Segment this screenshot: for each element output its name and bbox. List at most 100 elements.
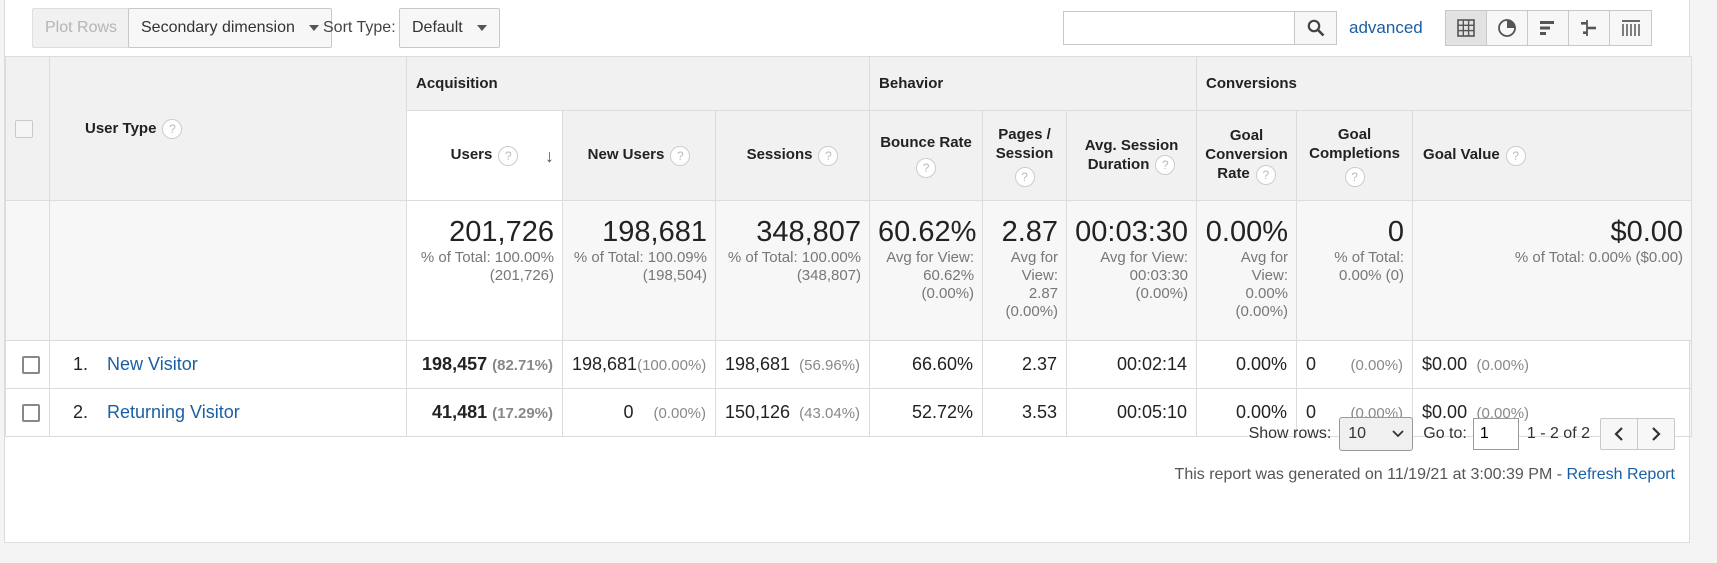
- total-new-users-value: 198,681: [602, 216, 707, 248]
- avg-duration-cell: 00:02:14: [1066, 340, 1198, 389]
- pie-view-button[interactable]: [1487, 11, 1528, 45]
- table-view-button[interactable]: [1446, 11, 1487, 45]
- sessions-percent: (56.96%): [799, 357, 861, 374]
- report-table-wrapper: User Type? Acquisition Behavior Conversi…: [5, 56, 1693, 437]
- new-users-cell: 198,681(100.00%): [562, 340, 716, 389]
- help-icon[interactable]: ?: [1255, 164, 1276, 185]
- refresh-report-link[interactable]: Refresh Report: [1567, 466, 1676, 483]
- search-box: [1063, 11, 1295, 45]
- total-goal-conversion-rate-sub: Avg for View: 0.00% (0.00%): [1235, 249, 1289, 320]
- chevron-left-icon: [1614, 427, 1623, 441]
- pages-session-cell: 2.37: [982, 340, 1068, 389]
- goal-completions-header[interactable]: Goal Completions?: [1296, 110, 1414, 201]
- pivot-view-button[interactable]: [1610, 11, 1651, 45]
- goal-conversion-rate-header[interactable]: Goal Conversion Rate?: [1196, 110, 1298, 201]
- pager: [1600, 418, 1675, 450]
- secondary-dimension-label: Secondary dimension: [141, 19, 295, 36]
- show-rows-select[interactable]: 10: [1339, 417, 1414, 451]
- total-goal-completions-sub: % of Total: 0.00% (0): [1334, 249, 1405, 284]
- goal-value-header[interactable]: Goal Value?: [1412, 110, 1693, 201]
- new-users-percent: (100.00%): [637, 357, 707, 374]
- pivot-view-icon: [1621, 20, 1640, 36]
- sessions-percent: (43.04%): [799, 405, 861, 422]
- total-pages-session-sub: Avg for View: 2.87 (0.00%): [1005, 249, 1059, 320]
- performance-view-button[interactable]: [1528, 11, 1569, 45]
- goal-value-header-label: Goal Value: [1423, 146, 1500, 164]
- chevron-down-icon: [476, 24, 487, 31]
- bounce-rate-header[interactable]: Bounce Rate?: [869, 110, 984, 201]
- view-switcher: [1445, 10, 1652, 46]
- users-cell: 41,481 (17.29%): [406, 388, 563, 437]
- dimension-link-new-visitor[interactable]: New Visitor: [107, 354, 198, 374]
- users-header-label: Users: [450, 146, 493, 164]
- help-icon[interactable]: ?: [498, 145, 519, 166]
- select-all-checkbox[interactable]: [15, 119, 33, 138]
- totals-check-cell: [5, 200, 50, 341]
- dimension-header[interactable]: User Type?: [49, 56, 407, 201]
- sort-type-label: Sort Type:: [323, 19, 396, 36]
- totals-dimension-cell: [49, 200, 407, 341]
- avg-duration-header[interactable]: Avg. Session Duration?: [1066, 110, 1198, 201]
- users-percent: (17.29%): [492, 405, 553, 422]
- total-avg-duration-sub: Avg for View: 00:03:30 (0.00%): [1100, 249, 1189, 302]
- help-icon[interactable]: ?: [162, 118, 183, 139]
- total-goal-completions-value: 0: [1387, 216, 1405, 248]
- row-check-cell: [5, 388, 50, 437]
- help-icon[interactable]: ?: [916, 158, 937, 178]
- total-bounce-rate-value: 60.62%: [878, 216, 977, 248]
- total-goal-value-value: $0.00: [1610, 216, 1684, 248]
- next-page-button[interactable]: [1638, 419, 1674, 449]
- row-checkbox[interactable]: [22, 356, 40, 375]
- sort-type-dropdown[interactable]: Default: [399, 8, 500, 48]
- goal-completions-percent: (0.00%): [1350, 357, 1404, 374]
- total-goal-conversion-rate: 0.00% Avg for View: 0.00% (0.00%): [1196, 200, 1298, 341]
- advanced-search-link[interactable]: advanced: [1349, 8, 1423, 48]
- show-rows-value: 10: [1348, 425, 1367, 442]
- report-table: User Type? Acquisition Behavior Conversi…: [5, 56, 1693, 437]
- total-avg-duration-value: 00:03:30: [1075, 216, 1189, 248]
- goal-value-percent: (0.00%): [1476, 357, 1530, 374]
- goal-completions-value: 0: [1306, 354, 1317, 374]
- help-icon[interactable]: ?: [1344, 166, 1365, 187]
- pages-session-cell: 3.53: [982, 388, 1068, 437]
- bounce-rate-cell: 52.72%: [869, 388, 984, 437]
- total-goal-conversion-rate-value: 0.00%: [1205, 216, 1289, 248]
- sort-descending-icon[interactable]: ↓: [545, 147, 554, 166]
- search-input[interactable]: [1064, 12, 1294, 44]
- dimension-link-returning-visitor[interactable]: Returning Visitor: [107, 402, 240, 422]
- new-users-value: 198,681: [572, 354, 638, 374]
- sessions-header[interactable]: Sessions?: [714, 110, 871, 201]
- new-users-cell: 0 (0.00%): [562, 388, 716, 437]
- row-checkbox[interactable]: [22, 404, 40, 423]
- goto-page-input[interactable]: [1472, 418, 1519, 450]
- goto-label: Go to:: [1423, 425, 1467, 442]
- plot-rows-button[interactable]: Plot Rows: [32, 8, 131, 48]
- bounce-rate-header-label: Bounce Rate: [880, 134, 972, 151]
- sessions-value: 198,681: [725, 354, 791, 374]
- table-row: 1. New Visitor 198,457 (82.71%) 198,681(1…: [5, 340, 1693, 389]
- goal-conversion-rate-cell: 0.00%: [1196, 340, 1298, 389]
- acquisition-group-header: Acquisition: [405, 56, 871, 111]
- report-panel: Plot Rows Secondary dimension Sort Type:…: [4, 0, 1693, 543]
- new-users-percent: (0.00%): [653, 405, 706, 422]
- table-view-icon: [1457, 19, 1475, 37]
- show-rows-label: Show rows:: [1248, 425, 1332, 442]
- help-icon[interactable]: ?: [1014, 166, 1035, 187]
- help-icon[interactable]: ?: [1505, 145, 1526, 166]
- pages-session-header[interactable]: Pages / Session?: [982, 110, 1068, 201]
- users-value: 198,457: [422, 354, 488, 374]
- search-button[interactable]: [1295, 11, 1337, 45]
- new-users-header[interactable]: New Users?: [562, 110, 716, 201]
- help-icon[interactable]: ?: [818, 145, 839, 166]
- sessions-header-label: Sessions: [746, 146, 813, 164]
- previous-page-button[interactable]: [1601, 419, 1638, 449]
- comparison-view-button[interactable]: [1569, 11, 1610, 45]
- help-icon[interactable]: ?: [1155, 155, 1176, 176]
- secondary-dimension-dropdown[interactable]: Secondary dimension: [128, 8, 332, 48]
- users-header[interactable]: Users? ↓: [406, 110, 563, 201]
- report-toolbar: Plot Rows Secondary dimension Sort Type:…: [5, 0, 1689, 56]
- help-icon[interactable]: ?: [670, 145, 691, 166]
- total-users-sub: % of Total: 100.00% (201,726): [420, 249, 554, 284]
- comparison-view-icon: [1581, 20, 1596, 36]
- users-percent: (82.71%): [492, 357, 553, 374]
